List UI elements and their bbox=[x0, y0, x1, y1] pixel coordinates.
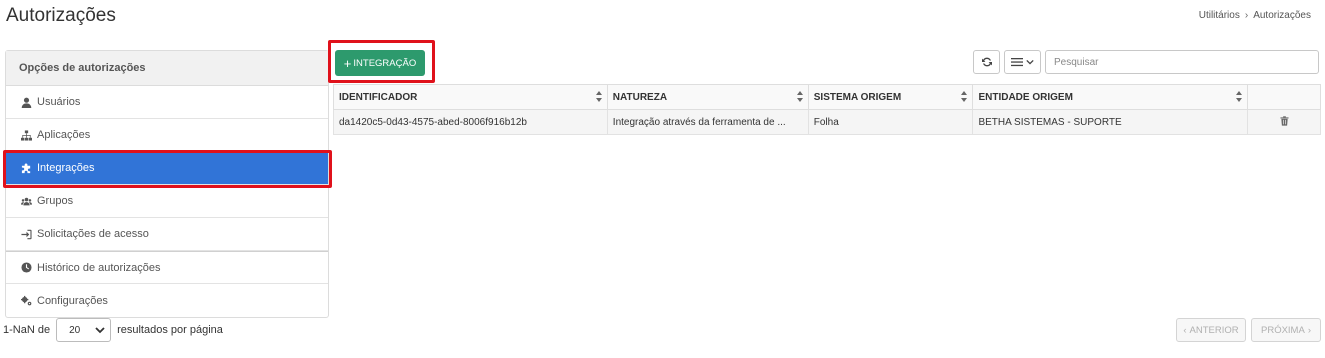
pagination-info: 1-NaN de 20 resultados por página bbox=[3, 318, 223, 342]
trash-icon[interactable] bbox=[1280, 115, 1289, 126]
plus-icon: + bbox=[343, 55, 352, 71]
pagination-range: 1-NaN de bbox=[3, 324, 51, 336]
cell-entidade-origem: BETHA SISTEMAS - SUPORTE bbox=[972, 109, 1249, 135]
next-label: PRÓXIMA bbox=[1261, 324, 1305, 336]
gears-icon bbox=[20, 295, 32, 307]
chevron-right-icon: › bbox=[1307, 324, 1311, 336]
table-row[interactable]: da1420c5-0d43-4575-abed-8006f916b12b Int… bbox=[333, 109, 1321, 135]
column-label: NATUREZA bbox=[612, 91, 668, 103]
column-sistema-origem[interactable]: SISTEMA ORIGEM bbox=[807, 84, 974, 110]
breadcrumb-autorizacoes: Autorizações bbox=[1253, 10, 1311, 21]
column-label: ENTIDADE ORIGEM bbox=[978, 91, 1073, 103]
sidebar-item-historico[interactable]: Histórico de autorizações bbox=[6, 251, 328, 284]
sidebar-item-solicitacoes[interactable]: Solicitações de acesso bbox=[6, 218, 328, 251]
breadcrumb-utilitarios[interactable]: Utilitários bbox=[1199, 10, 1240, 21]
column-entidade-origem[interactable]: ENTIDADE ORIGEM bbox=[972, 84, 1249, 110]
column-actions bbox=[1247, 84, 1321, 110]
user-icon bbox=[20, 96, 32, 108]
refresh-icon bbox=[981, 57, 992, 67]
column-label: SISTEMA ORIGEM bbox=[813, 91, 902, 103]
sort-icon bbox=[1236, 91, 1243, 102]
cell-sistema-origem: Folha bbox=[807, 109, 974, 135]
sidebar-item-label: Histórico de autorizações bbox=[37, 261, 161, 274]
sidebar-item-usuarios[interactable]: Usuários bbox=[6, 86, 328, 119]
refresh-button[interactable] bbox=[973, 50, 1000, 74]
next-page-button[interactable]: PRÓXIMA › bbox=[1251, 318, 1321, 342]
sidebar-item-grupos[interactable]: Grupos bbox=[6, 185, 328, 218]
puzzle-icon bbox=[20, 162, 32, 174]
sidebar-item-configuracoes[interactable]: Configurações bbox=[6, 284, 328, 317]
sign-in-icon bbox=[20, 228, 32, 240]
page-size-select[interactable]: 20 bbox=[56, 318, 112, 342]
columns-menu-button[interactable] bbox=[1004, 50, 1041, 74]
table-header-row: IDENTIFICADOR NATUREZA SISTEMA ORIGEM EN… bbox=[333, 84, 1321, 110]
integrations-table: IDENTIFICADOR NATUREZA SISTEMA ORIGEM EN… bbox=[333, 84, 1321, 135]
sort-icon bbox=[796, 91, 803, 102]
chevron-left-icon: ‹ bbox=[1183, 324, 1187, 336]
sidebar-item-integracoes[interactable]: Integrações bbox=[6, 152, 328, 185]
previous-page-button[interactable]: ‹ ANTERIOR bbox=[1176, 318, 1246, 342]
breadcrumb: Utilitários › Autorizações bbox=[1199, 10, 1311, 21]
chevron-down-icon bbox=[95, 327, 105, 334]
chevron-down-icon bbox=[1026, 59, 1034, 65]
cell-identificador: da1420c5-0d43-4575-abed-8006f916b12b bbox=[333, 109, 608, 135]
cell-natureza: Integração através da ferramenta de ... bbox=[606, 109, 809, 135]
sidebar-item-aplicacoes[interactable]: Aplicações bbox=[6, 119, 328, 152]
pagination-suffix: resultados por página bbox=[117, 324, 223, 336]
sidebar-item-label: Integrações bbox=[37, 162, 95, 174]
cell-actions bbox=[1247, 109, 1321, 135]
page-size-value: 20 bbox=[69, 324, 81, 336]
list-icon bbox=[1011, 58, 1023, 67]
clock-icon bbox=[20, 262, 32, 274]
add-integracao-button[interactable]: + INTEGRAÇÃO bbox=[335, 50, 425, 76]
search-input[interactable] bbox=[1045, 50, 1319, 74]
sidebar-title: Opções de autorizações bbox=[6, 51, 328, 86]
sidebar-item-label: Usuários bbox=[37, 96, 81, 108]
add-integracao-label: INTEGRAÇÃO bbox=[353, 57, 417, 69]
chevron-right-icon: › bbox=[1244, 10, 1249, 21]
column-label: IDENTIFICADOR bbox=[339, 91, 418, 103]
users-icon bbox=[20, 195, 32, 207]
sidebar-item-label: Solicitações de acesso bbox=[37, 228, 149, 240]
sidebar-item-label: Grupos bbox=[37, 195, 74, 207]
sort-icon bbox=[595, 91, 602, 102]
sidebar-item-label: Aplicações bbox=[37, 129, 91, 141]
column-identificador[interactable]: IDENTIFICADOR bbox=[333, 84, 608, 110]
previous-label: ANTERIOR bbox=[1189, 324, 1239, 336]
sort-icon bbox=[961, 91, 968, 102]
sidebar: Opções de autorizações Usuários Aplicaçõ… bbox=[5, 50, 329, 318]
sidebar-item-label: Configurações bbox=[37, 294, 108, 307]
page-title: Autorizações bbox=[6, 5, 116, 26]
column-natureza[interactable]: NATUREZA bbox=[606, 84, 809, 110]
sitemap-icon bbox=[20, 129, 32, 141]
